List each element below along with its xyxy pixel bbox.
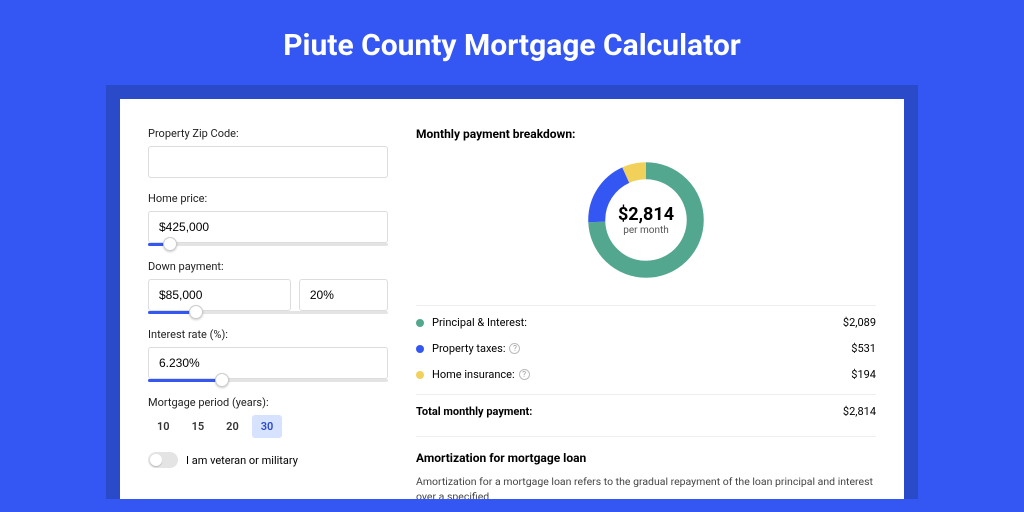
- legend-row: Property taxes: ?$531: [416, 342, 876, 355]
- total-row: Total monthly payment:$2,814: [416, 394, 876, 418]
- legend-label: Property taxes: ?: [432, 342, 851, 355]
- legend-label: Home insurance: ?: [432, 368, 851, 381]
- zip-label: Property Zip Code:: [148, 127, 388, 140]
- down-slider[interactable]: [148, 311, 388, 314]
- veteran-toggle[interactable]: [148, 452, 178, 468]
- price-input[interactable]: [148, 211, 388, 243]
- price-label: Home price:: [148, 192, 388, 205]
- legend-label: Principal & Interest:: [432, 316, 843, 329]
- down-percent-input[interactable]: [299, 279, 388, 311]
- period-label: Mortgage period (years):: [148, 396, 388, 409]
- total-value: $2,814: [843, 405, 876, 418]
- veteran-label: I am veteran or military: [186, 454, 298, 467]
- legend-row: Home insurance: ?$194: [416, 368, 876, 381]
- down-group: Down payment:: [148, 260, 388, 314]
- price-group: Home price:: [148, 192, 388, 246]
- amortization-heading: Amortization for mortgage loan: [416, 451, 876, 465]
- legend-row: Principal & Interest:$2,089: [416, 316, 876, 329]
- legend-dot: [416, 319, 424, 327]
- legend-value: $2,089: [843, 316, 876, 329]
- results-panel: Monthly payment breakdown: $2,814 per mo…: [416, 127, 876, 479]
- period-option-20[interactable]: 20: [217, 415, 248, 438]
- down-amount-input[interactable]: [148, 279, 291, 311]
- rate-label: Interest rate (%):: [148, 328, 388, 341]
- help-icon[interactable]: ?: [509, 343, 520, 354]
- form-panel: Property Zip Code: Home price: Down paym…: [148, 127, 388, 479]
- donut-chart-wrap: $2,814 per month: [416, 155, 876, 285]
- period-option-10[interactable]: 10: [148, 415, 179, 438]
- period-option-30[interactable]: 30: [252, 415, 283, 438]
- zip-group: Property Zip Code:: [148, 127, 388, 178]
- legend-value: $531: [851, 342, 876, 355]
- breakdown-heading: Monthly payment breakdown:: [416, 127, 876, 141]
- donut-center-sub: per month: [623, 225, 669, 236]
- amortization-body: Amortization for a mortgage loan refers …: [416, 475, 876, 499]
- legend-dot: [416, 371, 424, 379]
- card-shadow: Property Zip Code: Home price: Down paym…: [106, 85, 918, 499]
- page-title: Piute County Mortgage Calculator: [0, 0, 1024, 85]
- help-icon[interactable]: ?: [519, 369, 530, 380]
- price-slider[interactable]: [148, 243, 388, 246]
- down-label: Down payment:: [148, 260, 388, 273]
- calculator-card: Property Zip Code: Home price: Down paym…: [120, 99, 904, 499]
- total-label: Total monthly payment:: [416, 405, 843, 418]
- veteran-row: I am veteran or military: [148, 452, 388, 468]
- period-options: 10152030: [148, 415, 388, 438]
- legend-dot: [416, 345, 424, 353]
- period-option-15[interactable]: 15: [183, 415, 214, 438]
- period-group: Mortgage period (years): 10152030: [148, 396, 388, 438]
- rate-slider[interactable]: [148, 379, 388, 382]
- legend: Principal & Interest:$2,089 Property taxe…: [416, 305, 876, 418]
- rate-input[interactable]: [148, 347, 388, 379]
- rate-group: Interest rate (%):: [148, 328, 388, 382]
- amortization-section: Amortization for mortgage loan Amortizat…: [416, 436, 876, 499]
- donut-chart: $2,814 per month: [581, 155, 711, 285]
- zip-input[interactable]: [148, 146, 388, 178]
- legend-value: $194: [851, 368, 876, 381]
- donut-center-amount: $2,814: [618, 204, 674, 225]
